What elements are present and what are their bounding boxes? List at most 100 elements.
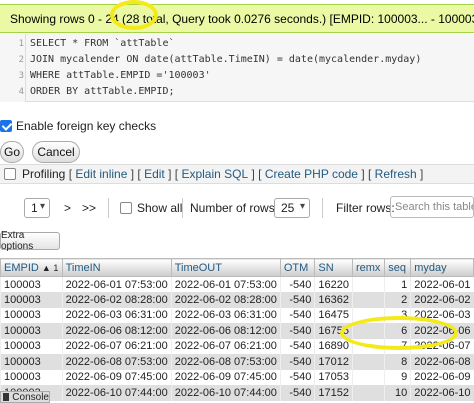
table-cell-timein: 2022-06-07 06:21:00 xyxy=(61,338,172,354)
table-cell-remx xyxy=(351,323,385,339)
column-header-timein[interactable]: TimeIN xyxy=(61,258,172,277)
foreign-key-checkbox[interactable] xyxy=(0,120,12,132)
show-all-label: Show all xyxy=(137,201,183,215)
table-cell-myday: 2022-06-10 xyxy=(410,385,474,401)
last-page-button[interactable]: >> xyxy=(82,201,96,215)
table-cell-timeout: 2022-06-08 07:53:00 xyxy=(170,354,281,370)
table-cell-sn: 17053 xyxy=(314,369,353,385)
table-cell-otm: -540 xyxy=(279,354,315,370)
column-header-myday[interactable]: myday xyxy=(410,258,474,277)
table-cell-myday: 2022-06-08 xyxy=(410,354,474,370)
table-row[interactable]: 100003 2022-06-09 07:45:00 2022-06-09 07:4… xyxy=(0,369,474,385)
column-header-otm[interactable]: OTM xyxy=(279,258,316,277)
table-row[interactable]: 100003 2022-06-01 07:53:00 2022-06-01 07:5… xyxy=(0,276,474,292)
table-row[interactable]: 1000032022-06-10 07:44:002022-06-10 07:4… xyxy=(0,385,474,401)
edit-link[interactable]: Edit xyxy=(144,167,165,181)
table-cell-otm: -540 xyxy=(279,292,315,308)
sql-line: 1 SELECT * FROM `attTable` xyxy=(18,38,175,49)
table-cell-myday: 2022-06-07 xyxy=(410,338,474,354)
table-cell-remx xyxy=(351,307,385,323)
table-cell-timein: 2022-06-01 07:53:00 xyxy=(61,276,172,292)
filter-rows-input[interactable]: Search this table xyxy=(390,196,474,218)
table-cell-empid: 100003 xyxy=(0,292,63,308)
column-header-empid[interactable]: EMPID ▲ 1 xyxy=(0,258,63,277)
chevron-down-icon: ▾ xyxy=(39,201,45,212)
foreign-key-label: Enable foreign key checks xyxy=(16,119,157,133)
table-cell-remx xyxy=(351,369,385,385)
column-header-remx[interactable]: remx xyxy=(351,258,386,277)
profiling-checkbox[interactable] xyxy=(4,168,16,180)
filter-rows-label: Filter rows: xyxy=(336,201,395,215)
table-cell-timeout: 2022-06-07 06:21:00 xyxy=(170,338,281,354)
column-header-seq[interactable]: seq xyxy=(384,258,412,277)
console-button[interactable]: Console xyxy=(0,391,50,403)
edit-inline-link[interactable]: Edit inline xyxy=(75,167,127,181)
table-cell-myday: 2022-06-03 xyxy=(410,307,474,323)
sql-line: 3 WHERE attTable.EMPID ='100003' xyxy=(18,70,211,81)
table-header-row: EMPID ▲ 1 TimeIN TimeOUT OTM SN remx seq… xyxy=(0,258,474,277)
results-table: EMPID ▲ 1 TimeIN TimeOUT OTM SN remx seq… xyxy=(0,258,474,401)
next-page-button[interactable]: > xyxy=(64,201,71,215)
table-cell-myday: 2022-06-06 xyxy=(410,323,474,339)
sort-ascending-icon: ▲ 1 xyxy=(41,262,59,273)
table-cell-seq: 7 xyxy=(384,338,411,354)
table-cell-timein: 2022-06-06 08:12:00 xyxy=(61,323,172,339)
table-cell-seq: 10 xyxy=(384,385,411,401)
show-all-checkbox[interactable] xyxy=(120,202,132,214)
table-cell-empid: 100003 xyxy=(0,323,63,339)
table-cell-otm: -540 xyxy=(279,385,315,401)
profiling-bar: Profiling [ Edit inline ] [ Edit ] [ Exp… xyxy=(0,164,474,184)
table-cell-seq: 8 xyxy=(384,354,411,370)
table-cell-timein: 2022-06-08 07:53:00 xyxy=(61,354,172,370)
table-cell-timein: 2022-06-03 06:31:00 xyxy=(61,307,172,323)
table-cell-sn: 16362 xyxy=(314,292,353,308)
column-header-timeout[interactable]: TimeOUT xyxy=(170,258,281,277)
explain-sql-link[interactable]: Explain SQL xyxy=(181,167,248,181)
foreign-key-option: Enable foreign key checks xyxy=(0,118,156,134)
table-cell-remx xyxy=(351,338,385,354)
table-cell-sn: 17012 xyxy=(314,354,353,370)
table-cell-myday: 2022-06-09 xyxy=(410,369,474,385)
table-cell-empid: 100003 xyxy=(0,369,63,385)
table-cell-myday: 2022-06-01 xyxy=(410,276,474,292)
table-cell-timein: 2022-06-02 08:28:00 xyxy=(61,292,172,308)
table-cell-seq: 3 xyxy=(384,307,411,323)
table-cell-timeout: 2022-06-06 08:12:00 xyxy=(170,323,281,339)
table-cell-timeout: 2022-06-02 08:28:00 xyxy=(170,292,281,308)
table-cell-seq: 6 xyxy=(384,323,411,339)
table-cell-timeout: 2022-06-10 07:44:00 xyxy=(170,385,281,401)
table-row[interactable]: 100003 2022-06-08 07:53:00 2022-06-08 07:5… xyxy=(0,354,474,370)
table-cell-timein: 2022-06-09 07:45:00 xyxy=(61,369,172,385)
table-cell-remx xyxy=(351,354,385,370)
extra-options-button[interactable]: Extra options xyxy=(0,230,60,252)
rows-select[interactable]: 25 ▾ xyxy=(274,198,310,218)
sql-query-box[interactable]: 1 SELECT * FROM `attTable` 2 JOIN mycalend… xyxy=(0,34,474,102)
table-cell-timein: 2022-06-10 07:44:00 xyxy=(61,385,172,401)
cancel-button[interactable]: Cancel xyxy=(32,141,80,163)
refresh-link[interactable]: Refresh xyxy=(375,167,417,181)
create-php-code-link[interactable]: Create PHP code xyxy=(265,167,358,181)
table-cell-timeout: 2022-06-01 07:53:00 xyxy=(170,276,281,292)
table-cell-sn: 16890 xyxy=(314,338,353,354)
table-cell-empid: 100003 xyxy=(0,276,63,292)
page-select[interactable]: 1 ▾ xyxy=(24,198,50,218)
table-cell-otm: -540 xyxy=(279,276,315,292)
profiling-label: Profiling xyxy=(22,167,66,181)
table-cell-otm: -540 xyxy=(279,369,315,385)
table-cell-empid: 100003 xyxy=(0,354,63,370)
table-row[interactable]: 100003 2022-06-07 06:21:00 2022-06-07 06:2… xyxy=(0,338,474,354)
rows-label: Number of rows: xyxy=(190,201,279,215)
table-cell-sn: 16755 xyxy=(314,323,353,339)
table-cell-myday: 2022-06-02 xyxy=(410,292,474,308)
go-button[interactable]: Go xyxy=(0,141,24,163)
table-cell-remx xyxy=(351,385,385,401)
table-row[interactable]: 100003 2022-06-06 08:12:00 2022-06-06 08:1… xyxy=(0,323,474,339)
table-row[interactable]: 100003 2022-06-02 08:28:00 2022-06-02 08:2… xyxy=(0,292,474,308)
table-cell-seq: 1 xyxy=(384,276,411,292)
console-icon xyxy=(3,393,10,401)
column-header-sn[interactable]: SN xyxy=(314,258,353,277)
table-row[interactable]: 100003 2022-06-03 06:31:00 2022-06-03 06:3… xyxy=(0,307,474,323)
table-cell-remx xyxy=(351,292,385,308)
chevron-down-icon: ▾ xyxy=(299,201,305,212)
table-cell-sn: 17152 xyxy=(314,385,353,401)
